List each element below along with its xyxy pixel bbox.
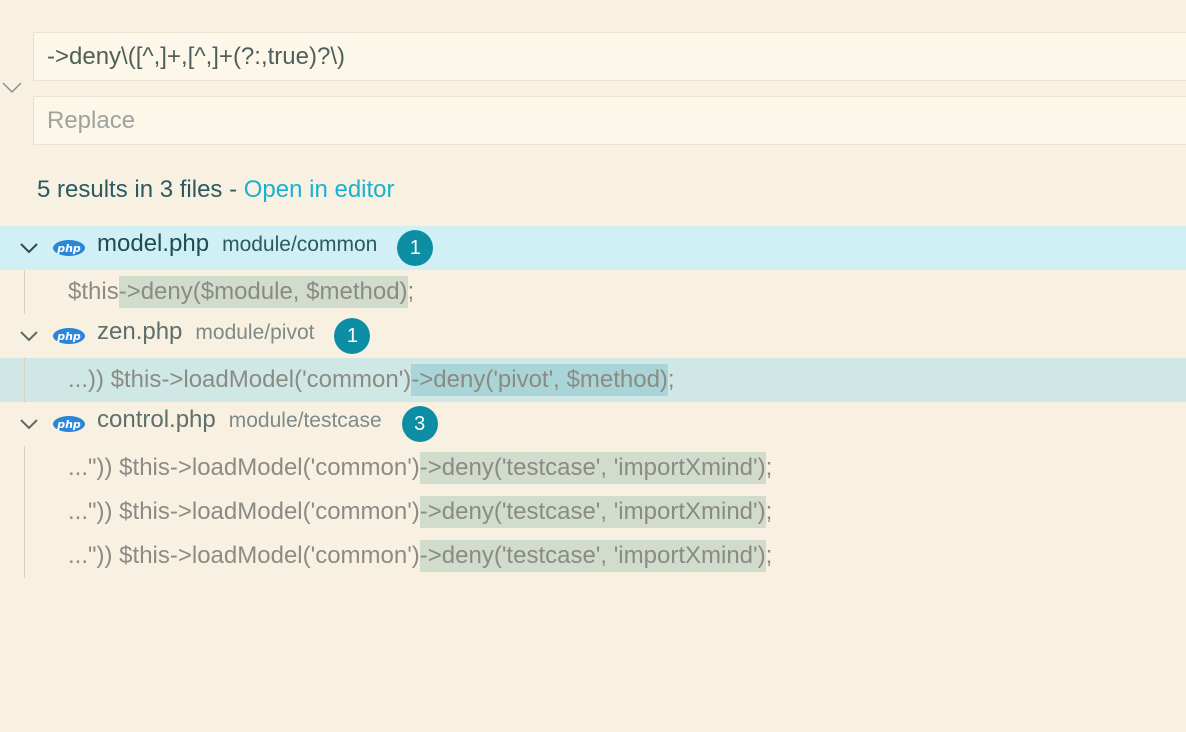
match-row[interactable]: ...)) $this->loadModel('common') ->deny('… [0, 358, 1186, 402]
php-file-icon: php [53, 240, 85, 256]
match-prefix: ...")) $this->loadModel('common') [68, 498, 420, 525]
search-input[interactable]: ->deny\([^,]+,[^,]+(?:,true)?\) [33, 32, 1186, 81]
match-row[interactable]: ...")) $this->loadModel('common') ->deny(… [0, 534, 1186, 578]
open-in-editor-link[interactable]: Open in editor [244, 176, 395, 203]
replace-input[interactable]: Replace [33, 96, 1186, 145]
match-suffix: ; [407, 278, 415, 305]
results-count: 5 results in 3 files - [37, 176, 244, 203]
php-file-icon: php [53, 416, 85, 432]
php-file-icon: php [53, 328, 85, 344]
replace-toggle[interactable] [2, 78, 22, 98]
match-prefix: ...")) $this->loadModel('common') [68, 542, 420, 569]
file-path: module/pivot [195, 321, 315, 344]
file-row-model-php[interactable]: php model.php module/common 1 [0, 226, 1186, 270]
match-suffix: ; [765, 454, 773, 481]
match-text: ->deny('testcase', 'importXmind') [419, 452, 766, 484]
chevron-down-icon[interactable] [18, 238, 40, 258]
file-name: control.php [97, 406, 216, 433]
match-count-badge: 3 [401, 406, 438, 442]
match-count-badge: 1 [334, 318, 371, 354]
tree-guide [24, 270, 25, 314]
match-text: ->deny('testcase', 'importXmind') [419, 496, 766, 528]
match-row[interactable]: $this ->deny($module, $method); [0, 270, 1186, 314]
file-name: zen.php [97, 318, 183, 345]
file-row-control-php[interactable]: php control.php module/testcase 3 [0, 402, 1186, 446]
match-suffix: ; [765, 498, 773, 525]
tree-guide [24, 446, 25, 490]
match-row[interactable]: ...")) $this->loadModel('common') ->deny(… [0, 490, 1186, 534]
match-text: ->deny($module, $method) [118, 276, 408, 308]
tree-guide [24, 490, 25, 534]
file-path: module/testcase [228, 409, 382, 432]
match-prefix: $this [68, 278, 119, 305]
match-text: ->deny('pivot', $method) [411, 364, 668, 396]
search-results-tree: php model.php module/common 1 $this ->den… [0, 226, 1186, 578]
file-path: module/common [222, 233, 378, 256]
file-name: model.php [97, 230, 210, 257]
match-row[interactable]: ...")) $this->loadModel('common') ->deny(… [0, 446, 1186, 490]
chevron-down-icon[interactable] [18, 326, 40, 346]
match-suffix: ; [765, 542, 773, 569]
match-prefix: ...")) $this->loadModel('common') [68, 454, 420, 481]
chevron-down-icon [2, 82, 22, 94]
results-summary: 5 results in 3 files - Open in editor [37, 176, 395, 204]
match-count-badge: 1 [397, 230, 434, 266]
chevron-down-icon[interactable] [18, 414, 40, 434]
match-text: ->deny('testcase', 'importXmind') [419, 540, 766, 572]
match-prefix: ...)) $this->loadModel('common') [68, 366, 412, 393]
match-suffix: ; [667, 366, 675, 393]
tree-guide [24, 358, 25, 402]
file-row-zen-php[interactable]: php zen.php module/pivot 1 [0, 314, 1186, 358]
tree-guide [24, 534, 25, 578]
